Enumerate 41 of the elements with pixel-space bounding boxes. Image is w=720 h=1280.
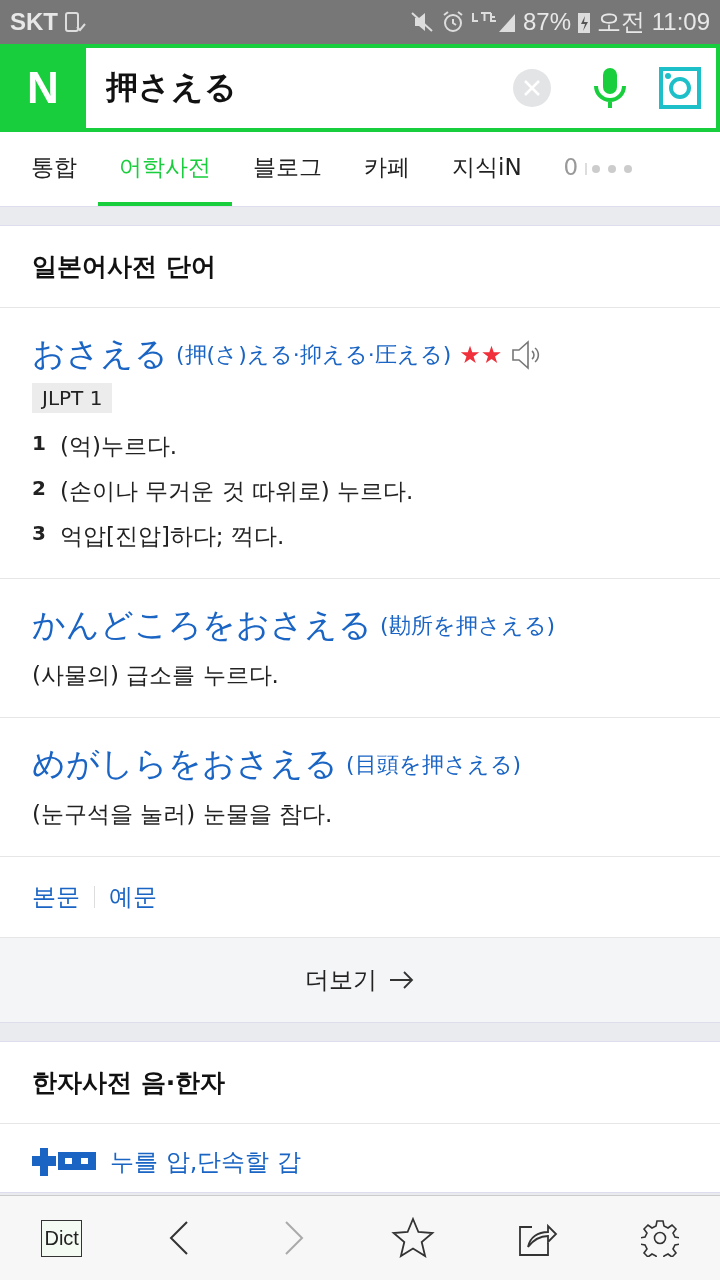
phrase-kanji[interactable]: (目頭を押さえる) [346,749,522,780]
phrase-word[interactable]: かんどころをおさえる [32,603,372,648]
phrase-meaning: (눈구석을 눌러) 눈물을 참다. [32,800,334,829]
battery-percent: 87% [523,8,572,36]
phrase-meaning: (사물의) 급소를 누르다. [32,661,280,690]
category-tab[interactable]: 지식iN [431,132,543,206]
section-link[interactable]: 예문 [109,881,157,913]
meaning-number: 1 [32,431,46,457]
section-title: 한자사전 음·한자 [0,1042,720,1124]
meaning-number: 2 [32,476,46,502]
hanja-entry[interactable]: 누를 압,단속할 갑 [110,1146,301,1178]
section-link[interactable]: 본문 [32,881,80,913]
battery-charging-icon [577,10,592,34]
arrow-icon [389,970,415,990]
meaning-text: (손이나 무거운 것 따위로) 누르다. [59,477,414,506]
category-tab[interactable]: 블로그 [232,132,343,206]
camera-search-icon[interactable] [644,48,716,128]
phrase-word[interactable]: めがしらをおさえる [32,742,338,787]
phone-check-icon [64,10,86,34]
jlpt-tag: JLPT 1 [32,383,113,413]
settings-icon[interactable] [640,1219,679,1257]
meaning-number: 3 [32,521,46,547]
meaning-text: (억)누르다. [59,432,178,461]
dict-button[interactable]: Dict [41,1219,82,1257]
hanja-level-icon [32,1148,96,1176]
search-field[interactable]: 押さえる [86,48,498,128]
meaning-text: 억압[진압]하다; 꺽다. [59,522,285,551]
star-icon[interactable] [390,1217,435,1259]
lte-signal-icon [471,10,517,34]
clock: 오전 11:09 [597,7,710,37]
mute-icon [409,10,435,34]
alarm-icon [441,10,465,34]
carrier-name: SKT [10,8,58,36]
section-title: 일본어사전 단어 [0,226,720,308]
phrase-kanji[interactable]: (勘所を押さえる) [380,610,556,641]
entry-word[interactable]: おさえる [32,332,168,377]
category-tab[interactable]: 카페 [343,132,431,206]
importance-stars: ★★ [459,340,503,369]
entry-kanji[interactable]: (押(さ)える·抑える·圧える) [176,339,452,370]
category-tab[interactable]: 통합 [10,132,98,206]
more-button[interactable]: 더보기 [0,938,720,1022]
